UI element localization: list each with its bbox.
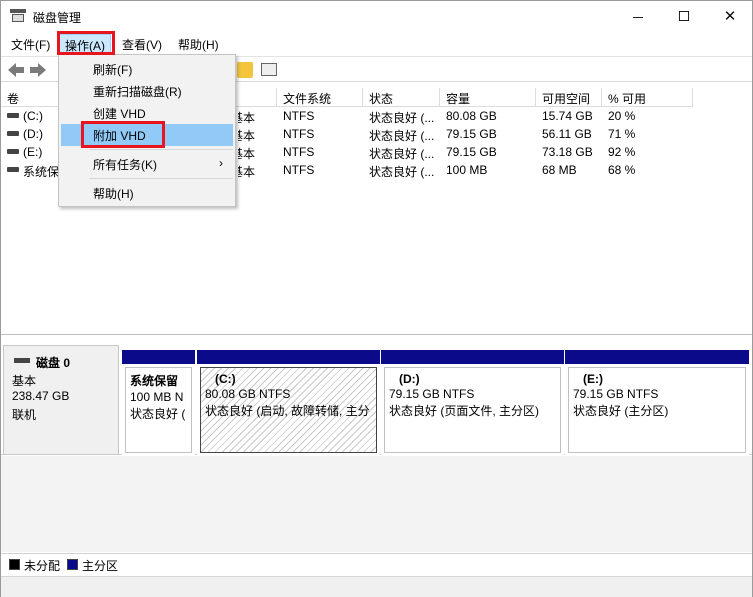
disk-size: 238.47 GB [12, 389, 70, 403]
partition-state: 状态良好 (启动, 故障转储, 主分 [205, 404, 370, 418]
partition-state: 状态良好 ( [130, 407, 186, 421]
legend: 未分配 主分区 [1, 553, 752, 575]
partition-name: (C:) [215, 372, 236, 386]
menu-view[interactable]: 查看(V) [117, 34, 167, 53]
disk-state: 联机 [12, 408, 37, 422]
partition-system-reserved[interactable]: 系统保留 100 MB N 状态良好 ( [122, 350, 195, 456]
volume-fs: NTFS [283, 145, 315, 159]
legend-unallocated-swatch [9, 559, 20, 570]
menu-action[interactable]: 操作(A) [59, 34, 111, 53]
back-arrow-icon[interactable] [7, 62, 25, 78]
minimize-button[interactable] [615, 1, 661, 31]
volume-fs: NTFS [283, 109, 315, 123]
menu-separator [89, 149, 233, 150]
menu-item-create-vhd[interactable]: 创建 VHD [61, 102, 233, 124]
disk-management-window: 磁盘管理 ✕ 文件(F) 操作(A) 查看(V) 帮助(H) 卷 布局 类型 文… [0, 0, 753, 597]
menu-help[interactable]: 帮助(H) [173, 34, 224, 53]
volume-icon [7, 167, 19, 172]
empty-disk-area [1, 456, 752, 552]
partition-name: (E:) [583, 372, 603, 386]
volume-pct: 20 % [608, 109, 636, 123]
partition-c[interactable]: (C:) 80.08 GB NTFS 状态良好 (启动, 故障转储, 主分 [197, 350, 380, 456]
forward-arrow-icon[interactable] [29, 62, 47, 78]
menu-item-all-tasks[interactable]: 所有任务(K) › [61, 153, 233, 175]
volume-capacity: 100 MB [446, 163, 488, 177]
close-icon: ✕ [723, 8, 737, 25]
menu-item-all-tasks-label: 所有任务(K) [93, 158, 157, 172]
partition-state: 状态良好 (页面文件, 主分区) [389, 404, 539, 418]
volume-icon [7, 131, 19, 136]
submenu-arrow-icon: › [219, 156, 223, 170]
partition-state: 状态良好 (主分区) [573, 404, 669, 418]
status-bar [1, 576, 752, 597]
volume-icon [7, 113, 19, 118]
partition-name: 系统保留 [130, 374, 179, 388]
menu-separator [89, 178, 233, 179]
disk-management-icon [10, 9, 26, 23]
partition-size: 100 MB N [130, 390, 184, 404]
volume-pct: 92 % [608, 145, 636, 159]
maximize-icon [679, 11, 689, 21]
volume-name[interactable]: (D:) [23, 127, 43, 141]
menu-item-rescan-disks[interactable]: 重新扫描磁盘(R) [61, 80, 233, 102]
partition-size: 79.15 GB NTFS [389, 387, 475, 401]
partition-name: (D:) [399, 372, 420, 386]
menu-bar: 文件(F) 操作(A) 查看(V) 帮助(H) [1, 32, 752, 54]
volume-status: 状态良好 (... [369, 111, 435, 125]
volume-status: 状态良好 (... [369, 129, 435, 143]
volume-fs: NTFS [283, 163, 315, 177]
legend-unallocated-label: 未分配 [24, 559, 61, 573]
volume-name[interactable]: (E:) [23, 145, 42, 159]
properties-icon[interactable] [261, 63, 277, 76]
legend-primary-label: 主分区 [82, 559, 119, 573]
column-header-percent-free[interactable]: % 可用 [602, 88, 693, 107]
menu-file[interactable]: 文件(F) [6, 34, 55, 53]
volume-capacity: 79.15 GB [446, 127, 497, 141]
volume-free: 73.18 GB [542, 145, 593, 159]
column-header-status[interactable]: 状态 [363, 88, 440, 107]
column-header-free-space[interactable]: 可用空间 [536, 88, 602, 107]
disk-type: 基本 [12, 374, 37, 388]
volume-capacity: 80.08 GB [446, 109, 497, 123]
volume-fs: NTFS [283, 127, 315, 141]
window-title: 磁盘管理 [33, 11, 82, 25]
menu-item-attach-vhd[interactable]: 附加 VHD [61, 124, 233, 146]
maximize-button[interactable] [661, 1, 707, 31]
partition-d[interactable]: (D:) 79.15 GB NTFS 状态良好 (页面文件, 主分区) [381, 350, 564, 456]
volume-icon [7, 149, 19, 154]
column-header-filesystem[interactable]: 文件系统 [277, 88, 363, 107]
disk-0-label[interactable]: 磁盘 0 基本 238.47 GB 联机 [3, 345, 119, 455]
partition-size: 80.08 GB NTFS [205, 387, 291, 401]
disk-name: 磁盘 0 [36, 356, 71, 370]
volume-capacity: 79.15 GB [446, 145, 497, 159]
column-header-capacity[interactable]: 容量 [440, 88, 536, 107]
volume-name[interactable]: (C:) [23, 109, 43, 123]
volume-free: 68 MB [542, 163, 577, 177]
disk-graphical-view: 磁盘 0 基本 238.47 GB 联机 系统保留 100 MB N 状态良好 … [1, 341, 752, 456]
menu-item-refresh[interactable]: 刷新(F) [61, 58, 233, 80]
menu-item-help[interactable]: 帮助(H) [61, 182, 233, 204]
volume-pct: 68 % [608, 163, 636, 177]
legend-primary-swatch [67, 559, 78, 570]
volume-status: 状态良好 (... [369, 147, 435, 161]
disk-icon [14, 358, 30, 363]
partition-size: 79.15 GB NTFS [573, 387, 659, 401]
volume-status: 状态良好 (... [369, 165, 435, 179]
action-menu-dropdown: 刷新(F) 重新扫描磁盘(R) 创建 VHD 附加 VHD 所有任务(K) › … [58, 54, 236, 207]
partition-e[interactable]: (E:) 79.15 GB NTFS 状态良好 (主分区) [565, 350, 749, 456]
volume-free: 56.11 GB [542, 127, 592, 141]
volume-pct: 71 % [608, 127, 636, 141]
minimize-icon [633, 16, 643, 18]
title-bar: 磁盘管理 ✕ [1, 1, 752, 31]
close-button[interactable]: ✕ [707, 1, 753, 31]
help-topic-icon[interactable] [237, 62, 253, 78]
volume-free: 15.74 GB [542, 109, 593, 123]
